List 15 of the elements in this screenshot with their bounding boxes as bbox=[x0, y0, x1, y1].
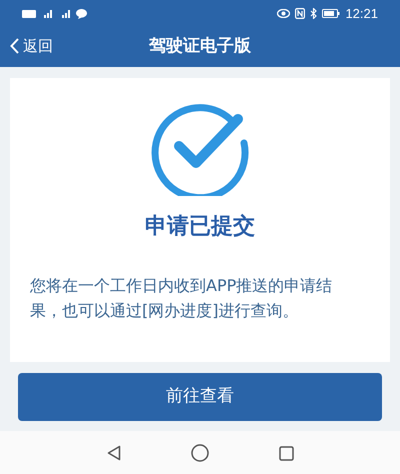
battery-icon bbox=[322, 9, 340, 18]
result-message: 您将在一个工作日内收到APP推送的申请结果，也可以通过[网办进度]进行查询。 bbox=[30, 275, 334, 322]
bluetooth-icon bbox=[310, 8, 318, 19]
status-time: 12:21 bbox=[345, 4, 378, 23]
back-button[interactable]: 返回 bbox=[10, 35, 53, 58]
page-title: 驾驶证电子版 bbox=[149, 35, 251, 58]
home-nav-icon[interactable] bbox=[190, 444, 208, 462]
view-button[interactable]: 前往查看 bbox=[18, 373, 382, 421]
back-nav-icon[interactable] bbox=[106, 445, 120, 461]
chat-icon bbox=[76, 8, 87, 18]
recents-nav-icon[interactable] bbox=[278, 446, 294, 460]
result-title: 申请已提交 bbox=[145, 212, 255, 241]
nfc-icon bbox=[295, 8, 306, 19]
eye-icon bbox=[277, 9, 290, 18]
back-chevron-icon bbox=[10, 38, 19, 54]
